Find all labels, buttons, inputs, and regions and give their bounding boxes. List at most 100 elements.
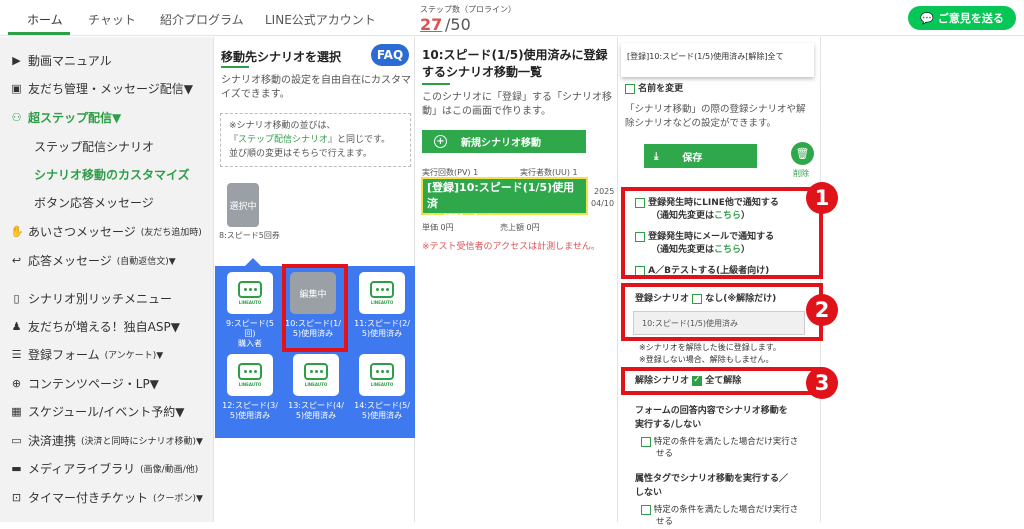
folder-icon: ▬ bbox=[11, 462, 22, 475]
panel-desc-line1: シナリオ移動の設定を自由自在にカスタマ bbox=[221, 75, 411, 86]
sidebar-item-form[interactable]: ☰ 登録フォーム (アンケート)▼ bbox=[10, 346, 164, 363]
list-desc-line2: 動」はこの画面で作ります。 bbox=[422, 106, 551, 117]
panel-title: 移動先シナリオを選択 bbox=[221, 50, 342, 64]
callout-2: 2 bbox=[806, 294, 838, 326]
scenario-card-caption: 14:スピード(5/5)使用済み bbox=[354, 401, 410, 420]
sidebar-item-super-step[interactable]: ⚇ 超ステップ配信▼ bbox=[10, 109, 122, 126]
step-count-label: ステップ数（プロライン） bbox=[420, 5, 516, 14]
step-scenario-link[interactable]: ステップ配信シナリオ bbox=[238, 135, 328, 145]
tab-chat[interactable]: チャット bbox=[88, 11, 136, 28]
checkbox[interactable] bbox=[641, 436, 651, 447]
mobile-icon: ▯ bbox=[13, 292, 20, 305]
scenario-move-item[interactable]: [登録]10:スピード(1/5)使用済 み[解除]全て bbox=[421, 177, 588, 226]
sidebar-item-friend-management[interactable]: ▣ 友だち管理・メッセージ配信▼ bbox=[10, 80, 193, 97]
step-count-current[interactable]: 27 bbox=[420, 15, 442, 34]
sidebar-item-rich-menu[interactable]: ▯ シナリオ別リッチメニュー bbox=[10, 290, 172, 307]
tab-line-official[interactable]: LINE公式アカウント bbox=[265, 11, 376, 28]
settings-desc-line2: 除シナリオなどの設定ができます。 bbox=[625, 118, 777, 129]
tab-referral[interactable]: 紹介プログラム bbox=[160, 11, 244, 28]
credit-card-icon: ▭ bbox=[11, 434, 22, 447]
sidebar-item-content-page[interactable]: ⊕ コンテンツページ・LP▼ bbox=[10, 375, 159, 392]
sidebar-item-auto-reply[interactable]: ↩ 応答メッセージ (自動返信文)▼ bbox=[10, 252, 176, 269]
title-underline bbox=[422, 83, 450, 85]
scenario-select-panel: 移動先シナリオを選択 FAQ シナリオ移動の設定を自由自在にカスタマ イズできま… bbox=[215, 37, 415, 522]
sidebar-item-scenario-move[interactable]: シナリオ移動のカスタマイズ bbox=[34, 166, 190, 183]
scenario-card-caption: 9:スピード(5回) 購入者 bbox=[226, 319, 274, 348]
scenario-card-caption: 11:スピード(2/5)使用済み bbox=[354, 319, 410, 338]
scenario-card[interactable]: LINEAUTO bbox=[227, 272, 273, 314]
active-tab-indicator bbox=[8, 32, 70, 35]
highlight-frame-notify bbox=[621, 187, 823, 279]
scenario-card[interactable]: LINEAUTO bbox=[359, 272, 405, 314]
faq-button[interactable]: FAQ bbox=[371, 44, 409, 66]
hand-icon: ✋ bbox=[10, 225, 24, 238]
order-note: ※シナリオ移動の並びは、 『ステップ配信シナリオ』と同じです。 並び順の変更はそ… bbox=[220, 113, 411, 167]
contacts-icon: ▣ bbox=[11, 82, 22, 95]
globe-icon: ⊕ bbox=[11, 377, 22, 390]
sidebar-item-ticket[interactable]: ⊡ タイマー付きチケット (クーポン)▼ bbox=[10, 489, 203, 506]
sitemap-icon: ⚇ bbox=[11, 111, 22, 124]
chat-bubble-icon bbox=[238, 281, 262, 298]
reply-icon: ↩ bbox=[11, 254, 22, 267]
sidebar-item-step-scenario[interactable]: ステップ配信シナリオ bbox=[34, 138, 154, 155]
settings-header: [登録]10:スピード(1/5)使用済み[解除]全て bbox=[621, 43, 814, 77]
save-button[interactable]: ⤓ 保存 bbox=[644, 144, 757, 168]
tab-home[interactable]: ホーム bbox=[27, 11, 63, 28]
list-title-line2: するシナリオ移動一覧 bbox=[422, 65, 543, 79]
people-icon: ♟ bbox=[11, 320, 22, 333]
callout-3: 3 bbox=[806, 367, 838, 399]
chat-bubble-icon bbox=[370, 363, 394, 380]
scenario-card[interactable]: LINEAUTO bbox=[227, 354, 273, 396]
scenario-card[interactable]: LINEAUTO bbox=[293, 354, 339, 396]
sidebar-item-greeting[interactable]: ✋ あいさつメッセージ (友だち追加時) bbox=[10, 223, 202, 240]
title-underline bbox=[221, 66, 249, 68]
trash-icon[interactable]: 🗑 bbox=[791, 142, 814, 165]
callout-1: 1 bbox=[806, 182, 838, 214]
scenario-move-settings-panel: [登録]10:スピード(1/5)使用済み[解除]全て 名前を変更 「シナリオ移動… bbox=[619, 37, 823, 527]
settings-desc-line1: 「シナリオ移動」の際の登録シナリオや解 bbox=[625, 104, 806, 115]
sidebar: ▶ 動画マニュアル ▣ 友だち管理・メッセージ配信▼ ⚇ 超ステップ配信▼ ステップ配… bbox=[0, 37, 214, 522]
sidebar-item-payment[interactable]: ▭ 決済連携 (決済と同時にシナリオ移動)▼ bbox=[10, 432, 203, 449]
sidebar-item-asp[interactable]: ♟ 友だちが増える！独自ASP▼ bbox=[10, 318, 180, 335]
highlight-frame-release bbox=[621, 367, 823, 395]
panel-desc-line2: イズできます。 bbox=[221, 89, 290, 100]
chat-bubble-icon bbox=[370, 281, 394, 298]
list-desc-line1: このシナリオに「登録」する「シナリオ移 bbox=[422, 92, 612, 103]
scenario-card-caption: 12:スピード(3/5)使用済み bbox=[222, 401, 278, 420]
sidebar-item-video-manual[interactable]: ▶ 動画マニュアル bbox=[10, 52, 111, 69]
sales-amount: 売上額 0円 bbox=[500, 223, 540, 232]
chat-bubble-icon: 💬 bbox=[920, 11, 934, 25]
video-icon: ▶ bbox=[12, 54, 21, 67]
chat-bubble-icon bbox=[238, 363, 262, 380]
checkbox[interactable] bbox=[625, 83, 635, 94]
form-condition-title-1: フォームの回答内容でシナリオ移動を bbox=[635, 406, 788, 416]
checkbox[interactable] bbox=[641, 504, 651, 515]
download-icon: ⤓ bbox=[654, 150, 659, 162]
test-warning: ※テスト受信者のアクセスは計測しません。 bbox=[422, 242, 600, 252]
calendar-icon: ▦ bbox=[11, 405, 22, 418]
new-scenario-move-button[interactable]: + 新規シナリオ移動 bbox=[422, 130, 586, 153]
scenario-move-list-panel: 10:スピード(1/5)使用済みに登録 するシナリオ移動一覧 このシナリオに「登… bbox=[416, 37, 618, 522]
highlight-frame-register bbox=[621, 283, 823, 341]
register-note-2: ※登録しない場合、解除もしません。 bbox=[639, 355, 774, 364]
list-icon: ☰ bbox=[11, 348, 22, 361]
sidebar-item-schedule[interactable]: ▦ スケジュール/イベント予約▼ bbox=[10, 403, 184, 420]
tag-condition-title-2: しない bbox=[635, 488, 663, 498]
rename-toggle[interactable]: 名前を変更 bbox=[625, 83, 683, 96]
sidebar-item-button-response[interactable]: ボタン応答メッセージ bbox=[34, 194, 154, 211]
selected-scenario-card[interactable]: 選択中 bbox=[227, 183, 259, 227]
selection-pointer bbox=[245, 258, 261, 266]
plus-icon: + bbox=[434, 135, 447, 148]
list-title-line1: 10:スピード(1/5)使用済みに登録 bbox=[422, 48, 608, 62]
sidebar-item-media-library[interactable]: ▬ メディアライブラリ (画像/動画/他) bbox=[10, 460, 198, 477]
scenario-card[interactable]: LINEAUTO bbox=[359, 354, 405, 396]
feedback-button[interactable]: 💬 ご意見を送る bbox=[908, 6, 1016, 30]
top-bar: ホーム チャット 紹介プログラム LINE公式アカウント ステップ数（プロライン… bbox=[0, 0, 1024, 36]
selected-scenario-caption: 8:スピード5回券 bbox=[219, 231, 280, 240]
delete-label[interactable]: 削除 bbox=[793, 168, 809, 179]
date-day: 04/10 bbox=[591, 199, 615, 208]
scenario-card-caption: 13:スピード(4/5)使用済み bbox=[288, 401, 344, 420]
ticket-icon: ⊡ bbox=[11, 491, 22, 504]
highlight-frame-editing bbox=[282, 264, 348, 352]
unit-price: 単価 0円 bbox=[422, 223, 454, 232]
